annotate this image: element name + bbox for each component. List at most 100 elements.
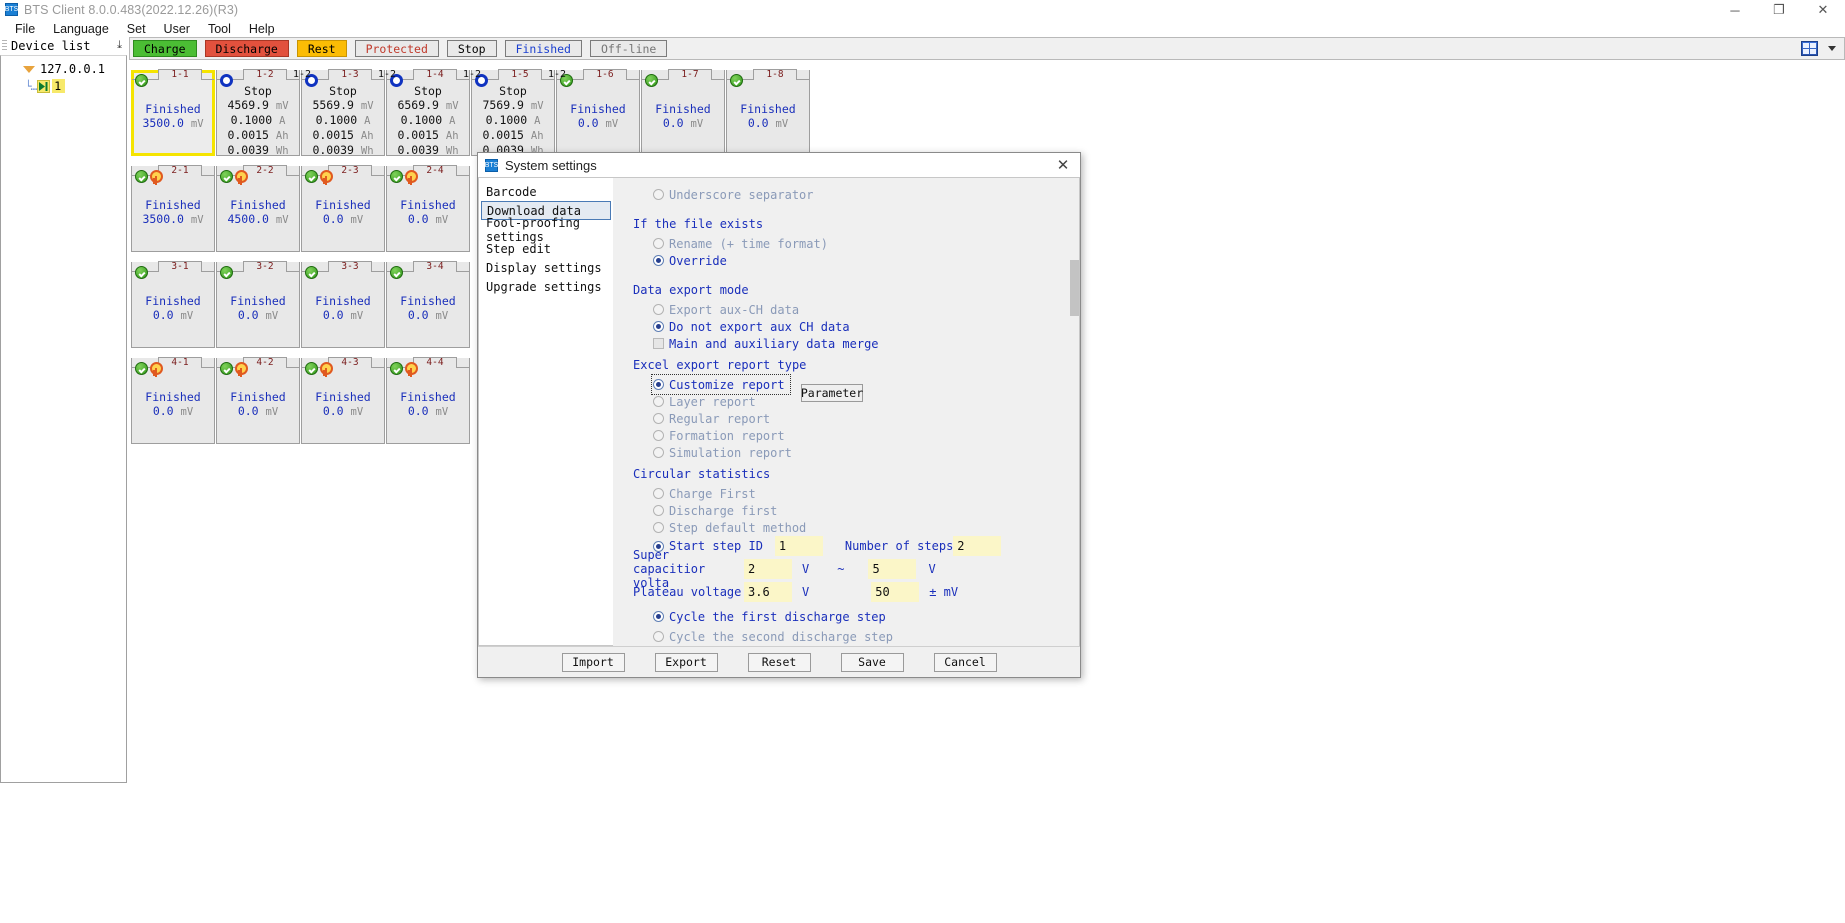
channel-cell-1-8[interactable]: 1-8 Finished 0.0 mV — [726, 69, 810, 156]
maximize-button[interactable]: ❐ — [1757, 0, 1801, 20]
legend-stop[interactable]: Stop — [446, 40, 497, 57]
option-simulation-report[interactable]: Simulation report — [653, 444, 1070, 461]
radio-icon[interactable] — [653, 447, 664, 458]
menu-file[interactable]: File — [6, 21, 44, 37]
nav-item-fool-proofing[interactable]: Fool-proofing settings — [479, 216, 613, 244]
legend-finished[interactable]: Finished — [504, 40, 582, 57]
channel-cell-1-1[interactable]: 1-1 Finished 3500.0 mV — [131, 69, 215, 156]
channel-tab-label[interactable]: 2-1 — [158, 165, 202, 176]
channel-cell-2-3[interactable]: 2-3 Finished 0.0 mV — [301, 165, 385, 252]
option-cycle-first-discharge[interactable]: Cycle the first discharge step — [653, 608, 1070, 625]
menu-user[interactable]: User — [155, 21, 199, 37]
dialog-close-icon[interactable]: ✕ — [1050, 155, 1076, 175]
channel-tab-label[interactable]: 1-1 — [158, 69, 202, 80]
plateau-voltage-input[interactable]: 3.6 — [744, 582, 792, 602]
channel-cell-2-2[interactable]: 2-2 Finished 4500.0 mV — [216, 165, 300, 252]
option-start-step-id[interactable]: Start step ID 1 Number of steps 2 — [653, 536, 1070, 556]
channel-tab-label[interactable]: 1-7 — [668, 69, 712, 80]
radio-icon[interactable] — [653, 304, 664, 315]
channel-tab-label[interactable]: 4-2 — [243, 357, 287, 368]
option-customize-report[interactable]: Customize report — [651, 374, 791, 395]
export-button[interactable]: Export — [654, 652, 718, 672]
channel-cell-3-1[interactable]: 3-1 Finished 0.0 mV — [131, 261, 215, 348]
channel-cell-1-6[interactable]: 1-6 Finished 0.0 mV — [556, 69, 640, 156]
radio-icon[interactable] — [653, 396, 664, 407]
channel-cell-3-4[interactable]: 3-4 Finished 0.0 mV — [386, 261, 470, 348]
channel-tab-label[interactable]: 3-2 — [243, 261, 287, 272]
chevron-down-icon[interactable] — [1828, 46, 1836, 51]
reset-button[interactable]: Reset — [747, 652, 811, 672]
option-underscore-separator[interactable]: Underscore separator — [653, 186, 1070, 203]
channel-tab-label[interactable]: 3-4 — [413, 261, 457, 272]
menu-set[interactable]: Set — [118, 21, 155, 37]
radio-icon[interactable] — [653, 321, 664, 332]
plateau-tolerance-input[interactable]: 50 — [871, 582, 920, 602]
menu-tool[interactable]: Tool — [199, 21, 240, 37]
channel-tab-label[interactable]: 4-1 — [158, 357, 202, 368]
radio-icon[interactable] — [653, 611, 664, 622]
device-list-tree[interactable]: 127.0.0.1 └… 1 — [0, 55, 127, 783]
option-formation-report[interactable]: Formation report — [653, 427, 1070, 444]
channel-tab-label[interactable]: 2-3 — [328, 165, 372, 176]
option-rename[interactable]: Rename (+ time format) — [653, 235, 1070, 252]
legend-charge[interactable]: Charge — [133, 40, 197, 57]
dialog-scrollbar-thumb[interactable] — [1070, 260, 1079, 316]
radio-icon[interactable] — [653, 488, 664, 499]
option-step-default-method[interactable]: Step default method — [653, 519, 1070, 536]
channel-tab-label[interactable]: 2-2 — [243, 165, 287, 176]
radio-icon[interactable] — [653, 379, 664, 390]
channel-cell-1-5[interactable]: 1-5 1-2 Stop 7569.9 mV 0.1000 A 0.0015 Ah 0.00… — [471, 69, 566, 157]
radio-icon[interactable] — [653, 413, 664, 424]
nav-item-display[interactable]: Display settings — [479, 258, 613, 277]
option-override[interactable]: Override — [653, 252, 1070, 269]
channel-cell-4-3[interactable]: 4-3 Finished 0.0 mV — [301, 357, 385, 444]
minimize-button[interactable]: ─ — [1713, 0, 1757, 20]
channel-cell-4-2[interactable]: 4-2 Finished 0.0 mV — [216, 357, 300, 444]
close-button[interactable]: ✕ — [1801, 0, 1845, 20]
channel-tab-label[interactable]: 1-5 — [498, 69, 542, 80]
save-button[interactable]: Save — [840, 652, 904, 672]
option-merge-main-aux[interactable]: Main and auxiliary data merge — [653, 335, 1070, 352]
channel-cell-1-3[interactable]: 1-3 1-2 Stop 5569.9 mV 0.1000 A 0.0015 Ah 0.00… — [301, 69, 396, 157]
checkbox-icon[interactable] — [653, 338, 664, 349]
channel-cell-2-4[interactable]: 2-4 Finished 0.0 mV — [386, 165, 470, 252]
legend-rest[interactable]: Rest — [296, 40, 347, 57]
channel-cell-3-3[interactable]: 3-3 Finished 0.0 mV — [301, 261, 385, 348]
start-step-id-input[interactable]: 1 — [774, 536, 823, 556]
import-button[interactable]: Import — [561, 652, 625, 672]
legend-offline[interactable]: Off-line — [589, 40, 668, 57]
radio-icon[interactable] — [653, 505, 664, 516]
radio-icon[interactable] — [653, 238, 664, 249]
parameter-button[interactable]: Parameter — [801, 384, 863, 402]
radio-icon[interactable] — [653, 255, 664, 266]
option-charge-first[interactable]: Charge First — [653, 485, 1070, 502]
option-no-export-aux-ch[interactable]: Do not export aux CH data — [653, 318, 1070, 335]
menu-help[interactable]: Help — [240, 21, 284, 37]
channel-tab-label[interactable]: 1-2 — [243, 69, 287, 80]
radio-icon[interactable] — [653, 631, 664, 642]
radio-icon[interactable] — [653, 522, 664, 533]
channel-tab-label[interactable]: 1-8 — [753, 69, 797, 80]
channel-cell-1-7[interactable]: 1-7 Finished 0.0 mV — [641, 69, 725, 156]
option-cycle-second-discharge[interactable]: Cycle the second discharge step — [653, 628, 1070, 645]
legend-protected[interactable]: Protected — [354, 40, 439, 57]
channel-cell-1-2[interactable]: 1-2 1-2 Stop 4569.9 mV 0.1000 A 0.0015 Ah 0.00… — [216, 69, 311, 157]
super-capacitor-min-input[interactable]: 2 — [744, 559, 792, 579]
dialog-scrollbar[interactable] — [1070, 178, 1079, 646]
channel-tab-label[interactable]: 1-6 — [583, 69, 627, 80]
legend-discharge[interactable]: Discharge — [204, 40, 289, 57]
super-capacitor-max-input[interactable]: 5 — [868, 559, 917, 579]
radio-icon[interactable] — [653, 430, 664, 441]
number-of-steps-input[interactable]: 2 — [953, 536, 1002, 556]
channel-cell-3-2[interactable]: 3-2 Finished 0.0 mV — [216, 261, 300, 348]
channel-cell-1-4[interactable]: 1-4 1-2 Stop 6569.9 mV 0.1000 A 0.0015 Ah 0.00… — [386, 69, 481, 157]
channel-tab-label[interactable]: 3-3 — [328, 261, 372, 272]
tree-node-root[interactable]: 127.0.0.1 — [1, 56, 126, 76]
channel-tab-label[interactable]: 3-1 — [158, 261, 202, 272]
channel-tab-label[interactable]: 1-4 — [413, 69, 457, 80]
radio-icon[interactable] — [653, 540, 664, 552]
option-export-aux-ch[interactable]: Export aux-CH data — [653, 301, 1070, 318]
channel-tab-label[interactable]: 4-3 — [328, 357, 372, 368]
grid-view-icon[interactable] — [1801, 41, 1818, 56]
channel-cell-2-1[interactable]: 2-1 Finished 3500.0 mV — [131, 165, 215, 252]
